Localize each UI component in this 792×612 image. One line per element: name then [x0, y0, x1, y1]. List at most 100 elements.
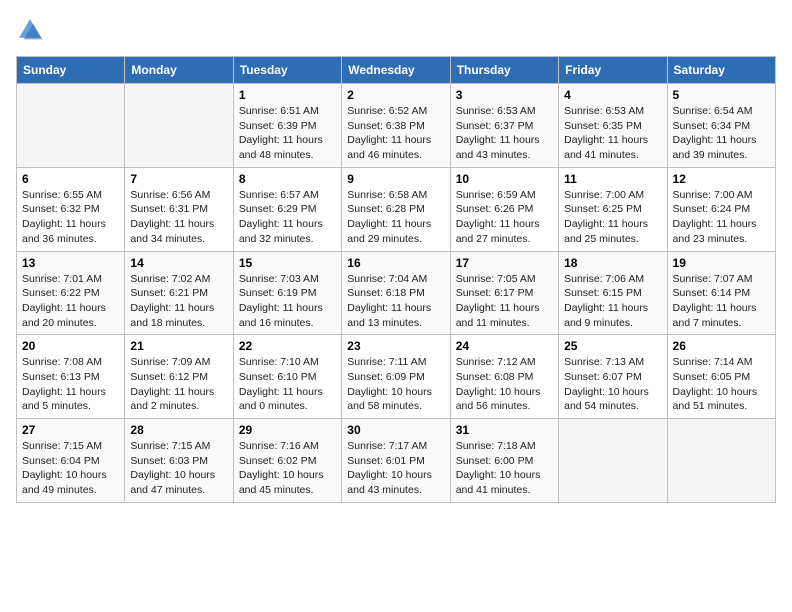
page-header: [16, 16, 776, 44]
calendar-cell: 3 Sunrise: 6:53 AM Sunset: 6:37 PM Daylig…: [450, 84, 558, 168]
day-info: Sunrise: 7:02 AM Sunset: 6:21 PM Dayligh…: [130, 272, 227, 331]
day-number: 28: [130, 423, 227, 437]
day-info: Sunrise: 7:00 AM Sunset: 6:24 PM Dayligh…: [673, 188, 770, 247]
day-info: Sunrise: 6:53 AM Sunset: 6:37 PM Dayligh…: [456, 104, 553, 163]
day-info: Sunrise: 7:12 AM Sunset: 6:08 PM Dayligh…: [456, 355, 553, 414]
day-number: 16: [347, 256, 444, 270]
calendar-cell: 1 Sunrise: 6:51 AM Sunset: 6:39 PM Daylig…: [233, 84, 341, 168]
calendar-cell: 4 Sunrise: 6:53 AM Sunset: 6:35 PM Daylig…: [559, 84, 667, 168]
day-number: 5: [673, 88, 770, 102]
weekday-header-row: SundayMondayTuesdayWednesdayThursdayFrid…: [17, 57, 776, 84]
weekday-header-sunday: Sunday: [17, 57, 125, 84]
day-info: Sunrise: 7:09 AM Sunset: 6:12 PM Dayligh…: [130, 355, 227, 414]
day-number: 21: [130, 339, 227, 353]
day-info: Sunrise: 7:17 AM Sunset: 6:01 PM Dayligh…: [347, 439, 444, 498]
day-number: 17: [456, 256, 553, 270]
calendar-cell: 9 Sunrise: 6:58 AM Sunset: 6:28 PM Daylig…: [342, 167, 450, 251]
day-number: 29: [239, 423, 336, 437]
day-info: Sunrise: 7:11 AM Sunset: 6:09 PM Dayligh…: [347, 355, 444, 414]
day-info: Sunrise: 7:06 AM Sunset: 6:15 PM Dayligh…: [564, 272, 661, 331]
day-number: 15: [239, 256, 336, 270]
day-info: Sunrise: 6:53 AM Sunset: 6:35 PM Dayligh…: [564, 104, 661, 163]
day-info: Sunrise: 7:13 AM Sunset: 6:07 PM Dayligh…: [564, 355, 661, 414]
calendar-cell: 8 Sunrise: 6:57 AM Sunset: 6:29 PM Daylig…: [233, 167, 341, 251]
day-info: Sunrise: 7:08 AM Sunset: 6:13 PM Dayligh…: [22, 355, 119, 414]
day-number: 10: [456, 172, 553, 186]
day-number: 25: [564, 339, 661, 353]
day-info: Sunrise: 7:03 AM Sunset: 6:19 PM Dayligh…: [239, 272, 336, 331]
day-number: 22: [239, 339, 336, 353]
calendar-cell: 20 Sunrise: 7:08 AM Sunset: 6:13 PM Dayli…: [17, 335, 125, 419]
calendar-cell: 7 Sunrise: 6:56 AM Sunset: 6:31 PM Daylig…: [125, 167, 233, 251]
calendar-cell: [17, 84, 125, 168]
week-row-3: 13 Sunrise: 7:01 AM Sunset: 6:22 PM Dayli…: [17, 251, 776, 335]
weekday-header-thursday: Thursday: [450, 57, 558, 84]
calendar-cell: 24Sunrise: 7:12 AM Sunset: 6:08 PM Dayli…: [450, 335, 558, 419]
calendar-cell: 15 Sunrise: 7:03 AM Sunset: 6:19 PM Dayli…: [233, 251, 341, 335]
day-number: 13: [22, 256, 119, 270]
calendar-cell: 21 Sunrise: 7:09 AM Sunset: 6:12 PM Dayli…: [125, 335, 233, 419]
day-number: 26: [673, 339, 770, 353]
weekday-header-wednesday: Wednesday: [342, 57, 450, 84]
day-number: 14: [130, 256, 227, 270]
calendar-cell: 29Sunrise: 7:16 AM Sunset: 6:02 PM Dayli…: [233, 419, 341, 503]
logo-icon: [16, 16, 44, 44]
day-info: Sunrise: 7:05 AM Sunset: 6:17 PM Dayligh…: [456, 272, 553, 331]
day-number: 3: [456, 88, 553, 102]
day-number: 30: [347, 423, 444, 437]
calendar-cell: 17 Sunrise: 7:05 AM Sunset: 6:17 PM Dayli…: [450, 251, 558, 335]
calendar-cell: 25 Sunrise: 7:13 AM Sunset: 6:07 PM Dayli…: [559, 335, 667, 419]
day-number: 31: [456, 423, 553, 437]
day-info: Sunrise: 7:10 AM Sunset: 6:10 PM Dayligh…: [239, 355, 336, 414]
day-info: Sunrise: 6:55 AM Sunset: 6:32 PM Dayligh…: [22, 188, 119, 247]
day-number: 20: [22, 339, 119, 353]
day-info: Sunrise: 7:15 AM Sunset: 6:04 PM Dayligh…: [22, 439, 119, 498]
weekday-header-monday: Monday: [125, 57, 233, 84]
day-info: Sunrise: 6:51 AM Sunset: 6:39 PM Dayligh…: [239, 104, 336, 163]
day-number: 4: [564, 88, 661, 102]
day-info: Sunrise: 6:59 AM Sunset: 6:26 PM Dayligh…: [456, 188, 553, 247]
week-row-1: 1 Sunrise: 6:51 AM Sunset: 6:39 PM Daylig…: [17, 84, 776, 168]
calendar-cell: 6 Sunrise: 6:55 AM Sunset: 6:32 PM Daylig…: [17, 167, 125, 251]
calendar-cell: 23 Sunrise: 7:11 AM Sunset: 6:09 PM Dayli…: [342, 335, 450, 419]
calendar-table: SundayMondayTuesdayWednesdayThursdayFrid…: [16, 56, 776, 503]
weekday-header-friday: Friday: [559, 57, 667, 84]
day-number: 1: [239, 88, 336, 102]
week-row-2: 6 Sunrise: 6:55 AM Sunset: 6:32 PM Daylig…: [17, 167, 776, 251]
day-info: Sunrise: 6:57 AM Sunset: 6:29 PM Dayligh…: [239, 188, 336, 247]
day-number: 9: [347, 172, 444, 186]
calendar-cell: 28Sunrise: 7:15 AM Sunset: 6:03 PM Dayli…: [125, 419, 233, 503]
day-info: Sunrise: 7:00 AM Sunset: 6:25 PM Dayligh…: [564, 188, 661, 247]
day-number: 11: [564, 172, 661, 186]
calendar-cell: [559, 419, 667, 503]
calendar-cell: 13 Sunrise: 7:01 AM Sunset: 6:22 PM Dayli…: [17, 251, 125, 335]
calendar-cell: 12 Sunrise: 7:00 AM Sunset: 6:24 PM Dayli…: [667, 167, 775, 251]
calendar-cell: 5Sunrise: 6:54 AM Sunset: 6:34 PM Daylig…: [667, 84, 775, 168]
day-info: Sunrise: 7:07 AM Sunset: 6:14 PM Dayligh…: [673, 272, 770, 331]
calendar-cell: 11 Sunrise: 7:00 AM Sunset: 6:25 PM Dayli…: [559, 167, 667, 251]
calendar-cell: 30 Sunrise: 7:17 AM Sunset: 6:01 PM Dayli…: [342, 419, 450, 503]
calendar-cell: 18 Sunrise: 7:06 AM Sunset: 6:15 PM Dayli…: [559, 251, 667, 335]
day-number: 2: [347, 88, 444, 102]
day-number: 18: [564, 256, 661, 270]
day-info: Sunrise: 7:18 AM Sunset: 6:00 PM Dayligh…: [456, 439, 553, 498]
day-number: 6: [22, 172, 119, 186]
day-info: Sunrise: 6:56 AM Sunset: 6:31 PM Dayligh…: [130, 188, 227, 247]
weekday-header-saturday: Saturday: [667, 57, 775, 84]
week-row-5: 27Sunrise: 7:15 AM Sunset: 6:04 PM Dayli…: [17, 419, 776, 503]
weekday-header-tuesday: Tuesday: [233, 57, 341, 84]
calendar-cell: 16Sunrise: 7:04 AM Sunset: 6:18 PM Dayli…: [342, 251, 450, 335]
day-number: 7: [130, 172, 227, 186]
day-info: Sunrise: 6:52 AM Sunset: 6:38 PM Dayligh…: [347, 104, 444, 163]
day-number: 23: [347, 339, 444, 353]
day-info: Sunrise: 6:58 AM Sunset: 6:28 PM Dayligh…: [347, 188, 444, 247]
logo: [16, 16, 48, 44]
calendar-cell: 10 Sunrise: 6:59 AM Sunset: 6:26 PM Dayli…: [450, 167, 558, 251]
calendar-cell: [125, 84, 233, 168]
calendar-cell: 31 Sunrise: 7:18 AM Sunset: 6:00 PM Dayli…: [450, 419, 558, 503]
day-number: 19: [673, 256, 770, 270]
day-number: 12: [673, 172, 770, 186]
day-info: Sunrise: 7:01 AM Sunset: 6:22 PM Dayligh…: [22, 272, 119, 331]
day-number: 8: [239, 172, 336, 186]
calendar-cell: 22 Sunrise: 7:10 AM Sunset: 6:10 PM Dayli…: [233, 335, 341, 419]
